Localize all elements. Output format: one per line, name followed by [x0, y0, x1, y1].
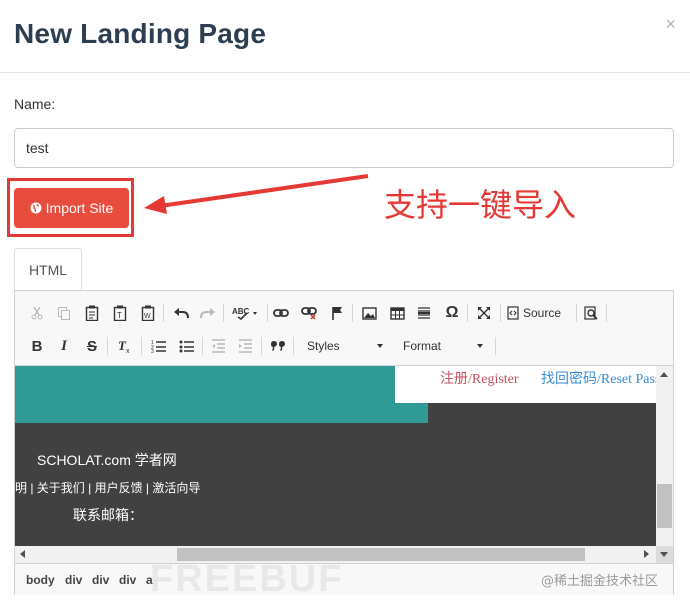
- numbered-list-icon[interactable]: 123: [147, 335, 169, 357]
- import-site-button[interactable]: Import Site: [14, 188, 129, 228]
- toolbar-separator: [202, 337, 203, 355]
- svg-text:3: 3: [151, 349, 154, 353]
- toolbar-separator: [267, 304, 268, 322]
- path-item[interactable]: body: [26, 573, 55, 587]
- remove-format-icon[interactable]: Tx: [114, 335, 136, 357]
- styles-label: Styles: [307, 339, 340, 353]
- image-icon[interactable]: [358, 302, 380, 324]
- cut-icon[interactable]: [26, 302, 48, 324]
- link-icon[interactable]: [270, 302, 292, 324]
- close-icon[interactable]: ×: [665, 14, 676, 35]
- name-input[interactable]: [14, 128, 674, 168]
- annotation-arrow-icon: [144, 174, 369, 214]
- source-icon: [507, 306, 519, 320]
- modal-header: New Landing Page ×: [0, 0, 690, 73]
- site-title: SCHOLAT.com 学者网: [37, 452, 177, 468]
- rich-text-editor: T W ABC Ω Source B I S T x 1 2 3 Styles …: [14, 290, 674, 595]
- register-link[interactable]: 注册/Register: [440, 368, 519, 388]
- chevron-down-icon: [377, 344, 383, 348]
- preview-icon[interactable]: [580, 302, 602, 324]
- scrollbar-corner: [656, 546, 673, 563]
- paste-word-icon[interactable]: W: [137, 302, 159, 324]
- copy-icon[interactable]: [53, 302, 75, 324]
- scroll-down-icon[interactable]: [660, 552, 668, 557]
- svg-text:W: W: [144, 313, 151, 320]
- bulleted-list-icon[interactable]: [175, 335, 197, 357]
- scroll-up-icon[interactable]: [660, 372, 668, 377]
- special-char-icon[interactable]: Ω: [441, 302, 463, 324]
- format-label: Format: [403, 339, 442, 353]
- vertical-scrollbar[interactable]: [656, 366, 673, 546]
- toolbar-separator: [576, 304, 577, 322]
- unlink-icon[interactable]: [298, 302, 320, 324]
- italic-icon[interactable]: I: [53, 335, 75, 357]
- path-item[interactable]: div: [119, 573, 136, 587]
- outdent-icon[interactable]: [207, 335, 229, 357]
- toolbar-separator: [352, 304, 353, 322]
- paste-icon[interactable]: [81, 302, 103, 324]
- anchor-flag-icon[interactable]: [326, 302, 348, 324]
- path-item[interactable]: div: [92, 573, 109, 587]
- toolbar-separator: [223, 304, 224, 322]
- juejin-watermark: @稀土掘金技术社区: [541, 574, 659, 589]
- svg-text:x: x: [126, 348, 130, 354]
- toolbar-separator: [261, 337, 262, 355]
- toolbar-separator: [107, 337, 108, 355]
- globe-icon: [30, 202, 42, 214]
- contact-label: 联系邮箱：: [73, 507, 143, 523]
- paste-text-icon[interactable]: T: [109, 302, 131, 324]
- annotation-text: 支持一键导入: [384, 186, 577, 224]
- table-icon[interactable]: [386, 302, 408, 324]
- toolbar-separator: [606, 304, 607, 322]
- bold-icon[interactable]: B: [26, 335, 48, 357]
- tab-html[interactable]: HTML: [14, 248, 82, 291]
- toolbar-separator: [467, 304, 468, 322]
- svg-text:ABC: ABC: [232, 307, 250, 316]
- import-site-label: Import Site: [45, 200, 114, 216]
- modal-title: New Landing Page: [14, 18, 267, 49]
- horizontal-line-icon[interactable]: [413, 302, 435, 324]
- format-dropdown[interactable]: Format: [397, 335, 489, 357]
- path-item[interactable]: div: [65, 573, 82, 587]
- freebuf-watermark: FREEBUF: [150, 558, 344, 600]
- svg-text:T: T: [117, 311, 122, 320]
- blockquote-icon[interactable]: [267, 335, 289, 357]
- scroll-right-icon[interactable]: [644, 550, 649, 558]
- strike-icon[interactable]: S: [81, 335, 103, 357]
- toolbar-separator: [495, 337, 496, 355]
- editor-toolbar: T W ABC Ω Source B I S T x 1 2 3 Styles …: [15, 291, 673, 366]
- name-label: Name:: [14, 96, 56, 112]
- spellcheck-icon[interactable]: ABC: [231, 302, 261, 324]
- undo-icon[interactable]: [170, 302, 192, 324]
- source-label: Source: [523, 306, 562, 320]
- teal-banner: [15, 366, 428, 423]
- toolbar-separator: [141, 337, 142, 355]
- chevron-down-icon: [477, 344, 483, 348]
- toolbar-separator: [293, 337, 294, 355]
- editor-content-area[interactable]: 注册/Register 找回密码/Reset Pass SCHOLAT.com …: [15, 366, 656, 546]
- source-button[interactable]: Source: [507, 302, 569, 324]
- redo-icon[interactable]: [197, 302, 219, 324]
- maximize-icon[interactable]: [473, 302, 495, 324]
- reset-password-link[interactable]: 找回密码/Reset Pass: [541, 368, 656, 388]
- styles-dropdown[interactable]: Styles: [301, 335, 389, 357]
- scroll-left-icon[interactable]: [20, 550, 25, 558]
- vertical-scroll-thumb[interactable]: [657, 484, 672, 528]
- footer-links[interactable]: 声明 | 关于我们 | 用户反馈 | 激活向导: [15, 479, 200, 496]
- toolbar-separator: [500, 304, 501, 322]
- indent-icon[interactable]: [234, 335, 256, 357]
- toolbar-separator: [163, 304, 164, 322]
